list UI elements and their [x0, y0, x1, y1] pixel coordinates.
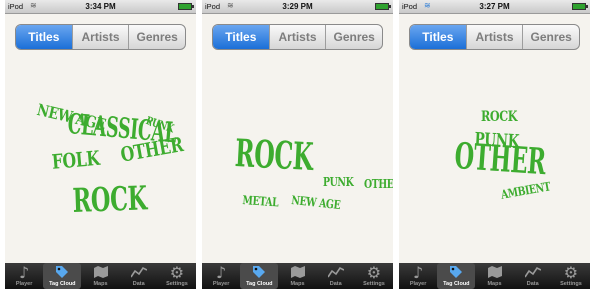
phone-screen-3: iPod ≋ 3:27 PM Titles Artists Genres ROC…: [399, 0, 590, 289]
tag-new-age[interactable]: NEW AGE: [291, 193, 341, 212]
segment-titles[interactable]: Titles: [213, 25, 269, 49]
tab-maps[interactable]: Maps: [278, 263, 316, 289]
segment-titles[interactable]: Titles: [410, 25, 466, 49]
music-note-icon: ♪: [18, 262, 30, 282]
tag-rock[interactable]: ROCK: [234, 130, 314, 179]
tag-icon: [53, 264, 71, 280]
tab-label: Maps: [487, 281, 502, 287]
music-note-icon: ♪: [215, 262, 227, 282]
tag-metal[interactable]: METAL: [242, 193, 279, 209]
segment-genres[interactable]: Genres: [128, 25, 185, 49]
tab-label: Data: [526, 281, 539, 287]
chart-icon: [130, 264, 148, 280]
segment-titles[interactable]: Titles: [16, 25, 72, 49]
tag-icon: [250, 264, 268, 280]
tab-label: Settings: [560, 281, 582, 287]
phone-screen-2: iPod ≋ 3:29 PM Titles Artists Genres ROC…: [202, 0, 393, 289]
segmented-control: Titles Artists Genres: [212, 24, 383, 50]
tab-label: Data: [132, 281, 145, 287]
tag-icon: [447, 264, 465, 280]
tag-rock[interactable]: ROCK: [481, 110, 518, 124]
gears-icon: ⚙: [366, 262, 382, 282]
tab-label: Tag Cloud: [49, 281, 76, 287]
tab-label: Maps: [93, 281, 108, 287]
tab-player[interactable]: ♪ Player: [202, 263, 240, 289]
gears-icon: ⚙: [563, 262, 579, 282]
chart-icon: [327, 264, 345, 280]
status-bar: iPod ≋ 3:29 PM: [202, 0, 393, 14]
tab-bar: ♪ Player Tag Cloud Maps Data ⚙ Settings: [5, 263, 196, 289]
map-icon: [289, 264, 307, 280]
tag-ambient[interactable]: AMBIENT: [500, 179, 552, 201]
gears-icon: ⚙: [169, 262, 185, 282]
tab-label: Maps: [290, 281, 305, 287]
segmented-control: Titles Artists Genres: [15, 24, 186, 50]
status-time: 3:34 PM: [85, 2, 116, 11]
tab-settings[interactable]: ⚙ Settings: [158, 263, 196, 289]
tab-data[interactable]: Data: [120, 263, 158, 289]
tab-tag-cloud[interactable]: Tag Cloud: [437, 263, 476, 289]
tab-bar: ♪ Player Tag Cloud Maps Data ⚙ Settings: [399, 263, 590, 289]
battery-icon: [572, 3, 588, 10]
phone-screen-1: iPod ≋ 3:34 PM Titles Artists Genres NEW…: [5, 0, 196, 289]
segment-genres[interactable]: Genres: [522, 25, 579, 49]
battery-icon: [375, 3, 391, 10]
status-bar: iPod ≋ 3:27 PM: [399, 0, 590, 14]
status-bar: iPod ≋ 3:34 PM: [5, 0, 196, 14]
status-time: 3:27 PM: [479, 2, 510, 11]
tag-folk[interactable]: FOLK: [51, 146, 101, 174]
tag-other[interactable]: OTHER: [364, 178, 393, 190]
tab-label: Tag Cloud: [246, 281, 273, 287]
map-icon: [92, 264, 110, 280]
music-note-icon: ♪: [412, 262, 424, 282]
tag-cloud: ROCK PUNK OTHER METAL NEW AGE: [202, 58, 393, 264]
tab-data[interactable]: Data: [317, 263, 355, 289]
tab-settings[interactable]: ⚙ Settings: [355, 263, 393, 289]
tab-label: Settings: [363, 281, 385, 287]
tag-punk[interactable]: PUNK: [323, 176, 354, 188]
tab-player[interactable]: ♪ Player: [399, 263, 437, 289]
tab-tag-cloud[interactable]: Tag Cloud: [240, 263, 279, 289]
battery-icon: [178, 3, 194, 10]
segment-artists[interactable]: Artists: [465, 25, 523, 49]
tab-player[interactable]: ♪ Player: [5, 263, 43, 289]
tab-label: Player: [212, 281, 230, 287]
tab-data[interactable]: Data: [514, 263, 552, 289]
tab-label: Tag Cloud: [443, 281, 470, 287]
screenshot-triptych: iPod ≋ 3:34 PM Titles Artists Genres NEW…: [0, 0, 595, 289]
segment-artists[interactable]: Artists: [268, 25, 326, 49]
tab-label: Data: [329, 281, 342, 287]
map-icon: [486, 264, 504, 280]
tag-cloud: NEW AGE CLASSICAL PUNK FOLK OTHER ROCK: [5, 58, 196, 264]
tab-settings[interactable]: ⚙ Settings: [552, 263, 590, 289]
tag-cloud: ROCK PUNK OTHER AMBIENT: [399, 58, 590, 264]
tag-rock[interactable]: ROCK: [72, 178, 148, 220]
tab-label: Settings: [166, 281, 188, 287]
tab-maps[interactable]: Maps: [475, 263, 513, 289]
segmented-control: Titles Artists Genres: [409, 24, 580, 50]
status-time: 3:29 PM: [282, 2, 313, 11]
tag-other[interactable]: OTHER: [453, 135, 547, 183]
segment-artists[interactable]: Artists: [71, 25, 129, 49]
chart-icon: [524, 264, 542, 280]
tab-label: Player: [15, 281, 33, 287]
tab-maps[interactable]: Maps: [81, 263, 119, 289]
segment-genres[interactable]: Genres: [325, 25, 382, 49]
tab-tag-cloud[interactable]: Tag Cloud: [43, 263, 82, 289]
tab-bar: ♪ Player Tag Cloud Maps Data ⚙ Settings: [202, 263, 393, 289]
tab-label: Player: [409, 281, 427, 287]
